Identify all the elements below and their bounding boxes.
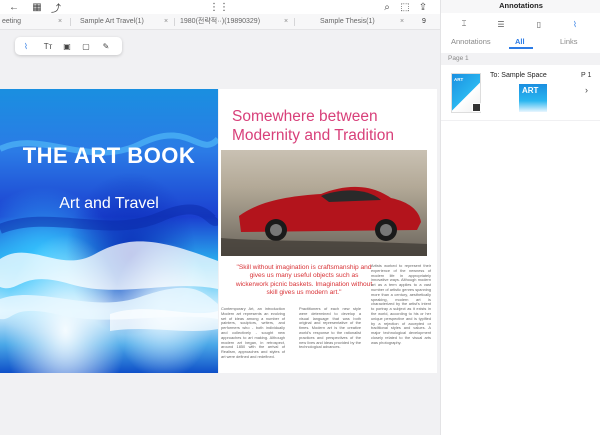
link-badge-icon (472, 103, 481, 112)
active-tab-indicator (509, 47, 533, 49)
tab-1980-strategy[interactable]: 1980(전략적··)(19890329) (180, 14, 280, 30)
tab-annotations[interactable]: Annotations (451, 37, 491, 46)
tab-sample-art-travel[interactable]: Sample Art Travel(1) (80, 14, 160, 30)
tab-close-icon[interactable]: × (164, 14, 168, 30)
cover-subtitle: Art and Travel (59, 195, 159, 212)
tab-all[interactable]: All (515, 37, 525, 46)
panel-title: Annotations (441, 0, 600, 13)
cover-art-image (0, 132, 218, 331)
apps-icon[interactable]: ⋮⋮ (209, 1, 229, 13)
source-thumbnail-text: ART (454, 77, 464, 82)
bookmark-icon[interactable]: ▯ (533, 18, 545, 30)
article-column-3: Artists worked to represent their experi… (371, 263, 431, 345)
tab-overflow-count[interactable]: 9 (422, 14, 434, 30)
tab-strip: eeting × Sample Art Travel(1) × 1980(전략적… (0, 14, 440, 30)
cover-title: THE ART BOOK (22, 143, 196, 168)
tab-close-icon[interactable]: × (58, 14, 62, 30)
article-column-1: Contemporary Art, an introduction Modern… (221, 306, 285, 359)
sports-car-image (221, 150, 427, 256)
link-page-number: P 1 (581, 72, 592, 79)
tab-sample-thesis[interactable]: Sample Thesis(1) (320, 14, 390, 30)
chevron-right-icon[interactable]: › (585, 85, 588, 95)
list-icon[interactable]: ☰ (495, 18, 507, 30)
tab-links[interactable]: Links (560, 37, 578, 46)
signature-tool-icon[interactable]: ✎ (100, 40, 112, 52)
document-page-right[interactable]: Somewhere between Modernity and Traditio… (219, 89, 437, 373)
share-icon[interactable]: ⤴ (49, 1, 63, 15)
annotation-tool-palette: ⌇ Tт ▣ ▢ ✎ (15, 37, 122, 55)
destination-thumbnail-text: ART (522, 86, 539, 95)
page-group-header: Page 1 (441, 53, 600, 65)
annotations-panel: Annotations ⌶ ☰ ▯ ⌇ Annotations All Link… (440, 0, 600, 435)
tab-close-icon[interactable]: × (400, 14, 404, 30)
pull-quote: "Skill without imagination is craftsmans… (235, 264, 373, 297)
article-title: Somewhere between Modernity and Traditio… (232, 108, 394, 144)
export-icon[interactable]: ⇪ (416, 1, 430, 13)
text-annotation-icon[interactable]: ⌶ (458, 18, 470, 30)
link-annotation-item[interactable]: ART To: Sample Space P 1 ART › (441, 65, 600, 121)
image-tool-icon[interactable]: ▣ (61, 40, 73, 52)
grid-view-icon[interactable]: ▦ (30, 1, 44, 13)
save-icon[interactable]: ⬚ (398, 1, 412, 13)
back-icon[interactable]: ← (7, 1, 21, 13)
search-icon[interactable]: ⌕ (380, 1, 394, 13)
article-column-2: Practitioners of each new style were det… (299, 306, 361, 350)
tab-close-icon[interactable]: × (284, 14, 288, 30)
document-page-left[interactable]: THE ART BOOK Art and Travel (0, 89, 218, 373)
link-destination-label: To: Sample Space (490, 72, 547, 79)
rectangle-tool-icon[interactable]: ▢ (80, 40, 92, 52)
link-icon[interactable]: ⌇ (569, 18, 581, 30)
text-tool-icon[interactable]: Tт (42, 40, 54, 52)
link-tool-icon[interactable]: ⌇ (20, 40, 32, 52)
top-toolbar: ← ▦ ⤴ ⋮⋮ ⌕ ⬚ ⇪ (0, 0, 440, 15)
destination-thumbnail: ART (519, 84, 547, 112)
tab-meeting[interactable]: eeting (2, 14, 42, 30)
